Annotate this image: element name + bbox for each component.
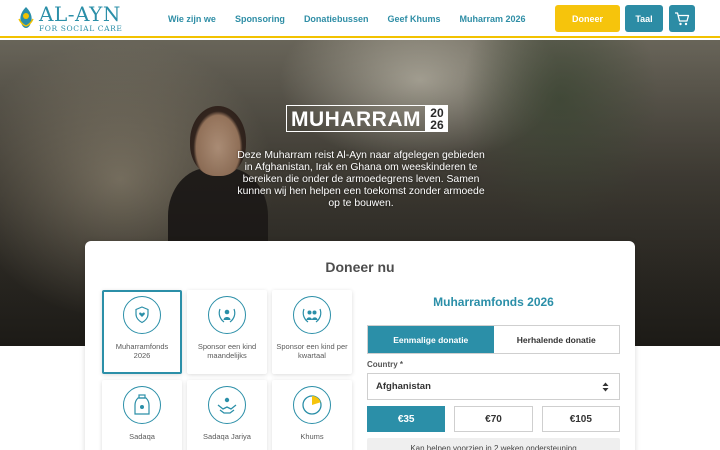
fund-label: Sponsor een kind maandelijks <box>197 342 257 360</box>
logo-tagline: FOR SOCIAL CARE <box>39 23 123 33</box>
tab-recurring-donation[interactable]: Herhalende donatie <box>493 326 619 353</box>
main-nav: Wie zijn we Sponsoring Donatiebussen Gee… <box>168 0 526 38</box>
selected-fund-title: Muharramfonds 2026 <box>433 295 554 309</box>
fund-label: Sadaqa <box>129 432 155 441</box>
fund-option-sponsor-monthly[interactable]: Sponsor een kind maandelijks <box>187 290 267 374</box>
logo-mark-icon <box>18 7 34 28</box>
amount-option-105[interactable]: €105 <box>541 406 620 432</box>
child-laurel-icon <box>208 296 246 334</box>
site-logo[interactable]: AL-AYN FOR SOCIAL CARE <box>16 2 126 34</box>
hero-year-top: 20 <box>430 105 444 120</box>
amount-options: €35 €70 €105 <box>367 406 620 432</box>
select-arrows-icon <box>602 382 609 391</box>
amount-option-70[interactable]: €70 <box>454 406 533 432</box>
nav-link-donatiebussen[interactable]: Donatiebussen <box>304 14 369 24</box>
nav-link-geef-khums[interactable]: Geef Khums <box>387 14 440 24</box>
hero-title-year: 20 26 <box>425 105 448 132</box>
fund-option-khums[interactable]: Khums <box>272 380 352 450</box>
khums-circle-icon <box>293 386 331 424</box>
hero-description: Deze Muharram reist Al-Ayn naar afgelege… <box>237 150 485 209</box>
language-button[interactable]: Taal <box>625 5 663 32</box>
hands-giving-icon <box>208 386 246 424</box>
hero-year-bottom: 26 <box>430 117 444 132</box>
fund-label: Muharramfonds 2026 <box>115 342 169 360</box>
donate-button[interactable]: Doneer <box>555 5 620 32</box>
fund-grid: Muharramfonds 2026 Sponsor een kind maan… <box>102 290 354 450</box>
fund-option-sadaqa-jariya[interactable]: Sadaqa Jariya <box>187 380 267 450</box>
nav-link-wie-zijn-we[interactable]: Wie zijn we <box>168 14 216 24</box>
hand-heart-shield-icon <box>123 296 161 334</box>
fund-option-sadaqa[interactable]: Sadaqa <box>102 380 182 450</box>
fund-label: Khums <box>300 432 324 441</box>
donation-card: Doneer nu Muharramfonds 2026 Sponsor een… <box>85 241 635 450</box>
fund-option-sponsor-quarterly[interactable]: Sponsor een kind per kwartaal <box>272 290 352 374</box>
hero-title: MUHARRAM 20 26 <box>286 105 448 132</box>
hero-title-text: MUHARRAM <box>286 105 426 132</box>
donation-form: Muharramfonds 2026 Eenmalige donatie Her… <box>367 290 620 450</box>
logo-wordmark: AL-AYN <box>39 1 121 26</box>
nav-link-muharram-2026[interactable]: Muharram 2026 <box>459 14 525 24</box>
frequency-toggle: Eenmalige donatie Herhalende donatie <box>367 325 620 354</box>
country-select[interactable]: Afghanistan <box>367 373 620 400</box>
impact-note: Kan helpen voorzien in 2 weken ondersteu… <box>367 438 620 450</box>
fund-label: Sponsor een kind per kwartaal <box>276 342 348 360</box>
fund-option-muharramfonds[interactable]: Muharramfonds 2026 <box>102 290 182 374</box>
country-label: Country * <box>367 360 403 369</box>
nav-link-sponsoring[interactable]: Sponsoring <box>235 14 285 24</box>
amount-option-35[interactable]: €35 <box>367 406 446 432</box>
charity-jar-icon <box>123 386 161 424</box>
cart-icon <box>675 11 690 25</box>
donation-title: Doneer nu <box>325 259 395 275</box>
children-laurel-icon <box>293 296 331 334</box>
site-header: AL-AYN FOR SOCIAL CARE Wie zijn we Spons… <box>0 0 720 38</box>
fund-label: Sadaqa Jariya <box>203 432 251 441</box>
cart-button[interactable] <box>669 5 695 32</box>
country-select-value: Afghanistan <box>376 381 431 392</box>
tab-one-time-donation[interactable]: Eenmalige donatie <box>368 326 494 353</box>
